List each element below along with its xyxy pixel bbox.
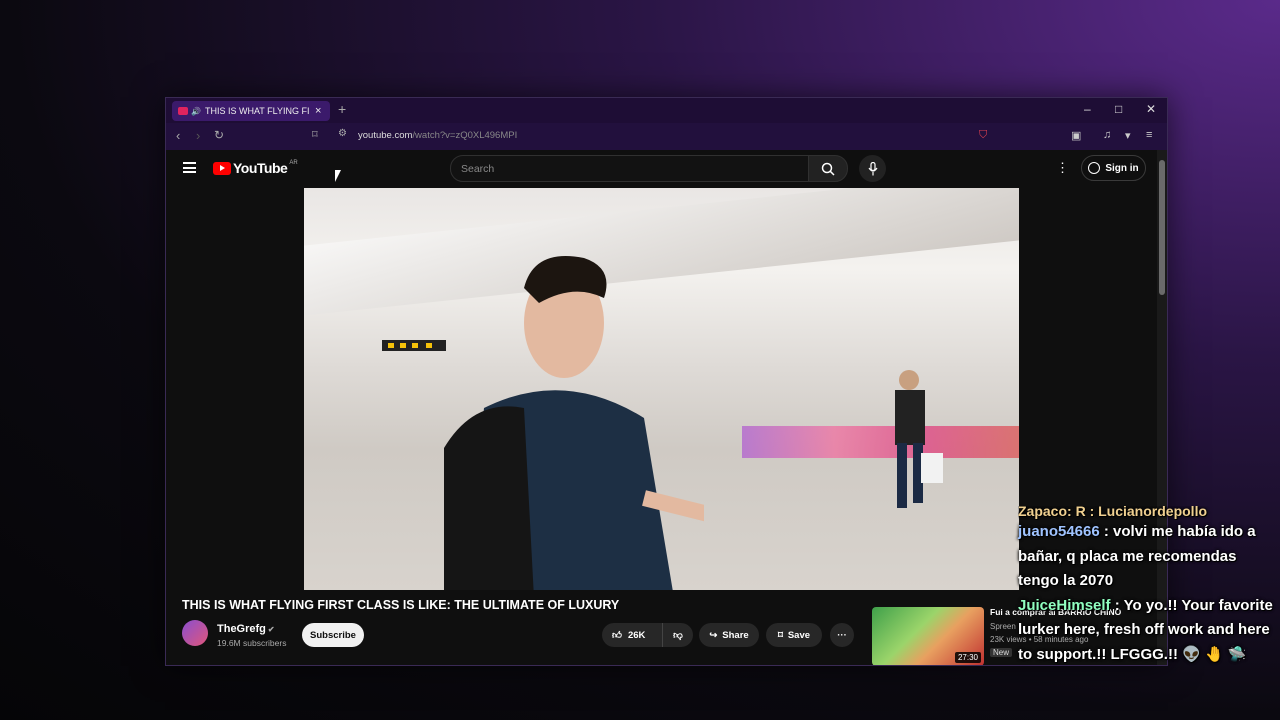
stream-chat-overlay: Zapaco: R : Lucianordepollo juano54666 :…	[1018, 506, 1280, 667]
back-icon[interactable]: ‹	[176, 128, 180, 143]
extension-icon[interactable]: ▾	[1125, 129, 1131, 142]
search-input[interactable]	[451, 156, 801, 181]
search-box	[450, 155, 809, 182]
shield-icon[interactable]: ⛉	[979, 129, 987, 142]
reload-icon[interactable]: ↻	[214, 128, 224, 142]
share-button[interactable]: ↪ Share	[699, 623, 759, 647]
like-button[interactable]: 👍︎ 26K	[602, 623, 662, 647]
tab-bar: 🔊 THIS IS WHAT FLYING FIRST C × + – □ ✕	[166, 98, 1167, 123]
video-player[interactable]	[304, 188, 1019, 590]
microphone-icon	[868, 161, 877, 175]
url-path: /watch?v=zQ0XL496MPI	[412, 130, 518, 141]
forward-icon[interactable]: ›	[196, 128, 200, 143]
channel-name-text: TheGrefg	[217, 623, 266, 635]
address-bar: ‹ › ↻ ⌑ ⚙ youtube.com/watch?v=zQ0XL496MP…	[166, 123, 1167, 150]
youtube-logo[interactable]: YouTube AR	[213, 160, 298, 176]
more-icon: ···	[837, 629, 847, 641]
chat-message: juano54666 : volvi me había ido a bañar,…	[1018, 520, 1280, 594]
youtube-favicon-icon	[178, 107, 188, 115]
like-count: 26K	[627, 629, 646, 641]
video-frame-sign	[382, 340, 446, 351]
tab-close-icon[interactable]: ×	[315, 105, 321, 117]
video-duration: 27:30	[954, 652, 981, 663]
bookmark-save-icon: ⌑	[777, 629, 783, 641]
voice-search-button[interactable]	[859, 155, 886, 182]
bookmark-icon[interactable]: ⌑	[312, 128, 318, 141]
country-code: AR	[289, 160, 298, 166]
share-icon: ↪	[709, 629, 718, 641]
video-frame-person	[444, 256, 704, 590]
subscribe-button[interactable]: Subscribe	[302, 623, 364, 647]
settings-kebab-icon[interactable]: ⋮	[1056, 160, 1069, 176]
url-domain: youtube.com	[358, 130, 413, 141]
tab-active[interactable]: 🔊 THIS IS WHAT FLYING FIRST C ×	[172, 101, 330, 121]
account-icon	[1088, 162, 1101, 174]
sidebar-icon[interactable]: ▣	[1071, 129, 1081, 142]
guide-menu-icon[interactable]	[183, 162, 196, 173]
site-settings-icon[interactable]: ⚙	[338, 128, 347, 139]
speaker-icon: 🔊	[191, 106, 201, 116]
menu-icon[interactable]: ≡	[1146, 129, 1152, 141]
youtube-page: YouTube AR ⋮ Sign in	[166, 150, 1157, 665]
maximize-button[interactable]: □	[1115, 102, 1122, 116]
sign-in-label: Sign in	[1105, 162, 1139, 174]
video-frame-lights	[742, 426, 1019, 458]
tab-title: THIS IS WHAT FLYING FIRST C	[204, 106, 309, 116]
thumbs-up-icon: 👍︎	[612, 630, 622, 641]
scrollbar-thumb[interactable]	[1159, 160, 1165, 295]
mouse-cursor-icon	[335, 170, 341, 182]
close-window-button[interactable]: ✕	[1146, 102, 1156, 116]
video-title: THIS IS WHAT FLYING FIRST CLASS IS LIKE:…	[182, 598, 620, 612]
logo-text: YouTube	[233, 160, 288, 176]
dislike-button[interactable]: 👎︎	[662, 623, 693, 647]
sign-in-button[interactable]: Sign in	[1081, 155, 1146, 181]
chat-username: juano54666	[1018, 523, 1100, 540]
recommended-thumbnail[interactable]: 27:30	[872, 607, 984, 665]
search-button[interactable]	[808, 155, 848, 182]
video-frame-walker	[895, 370, 943, 508]
save-button[interactable]: ⌑ Save	[766, 623, 822, 647]
channel-name[interactable]: TheGrefg ✔	[217, 623, 275, 635]
chat-username: JuiceHimself	[1018, 596, 1111, 614]
minimize-button[interactable]: –	[1084, 102, 1091, 116]
new-badge: New	[990, 648, 1013, 657]
chat-line-cut: Zapaco: R : Lucianordepollo	[1018, 506, 1208, 519]
thumbs-down-icon: 👎︎	[673, 630, 683, 641]
save-label: Save	[787, 629, 811, 641]
new-tab-button[interactable]: +	[338, 101, 346, 117]
url-field[interactable]: youtube.com/watch?v=zQ0XL496MPI	[358, 130, 517, 141]
chat-message: JuiceHimself : Yo yo.!! Your favorite lu…	[1018, 594, 1280, 668]
search-icon	[821, 162, 835, 176]
youtube-play-icon	[213, 161, 231, 175]
channel-avatar[interactable]	[182, 620, 208, 646]
verified-icon: ✔	[267, 625, 275, 634]
subscriber-count: 19.6M subscribers	[217, 638, 287, 648]
music-icon[interactable]: ♫	[1103, 129, 1111, 141]
share-label: Share	[722, 629, 749, 641]
more-actions-button[interactable]: ···	[830, 623, 854, 647]
